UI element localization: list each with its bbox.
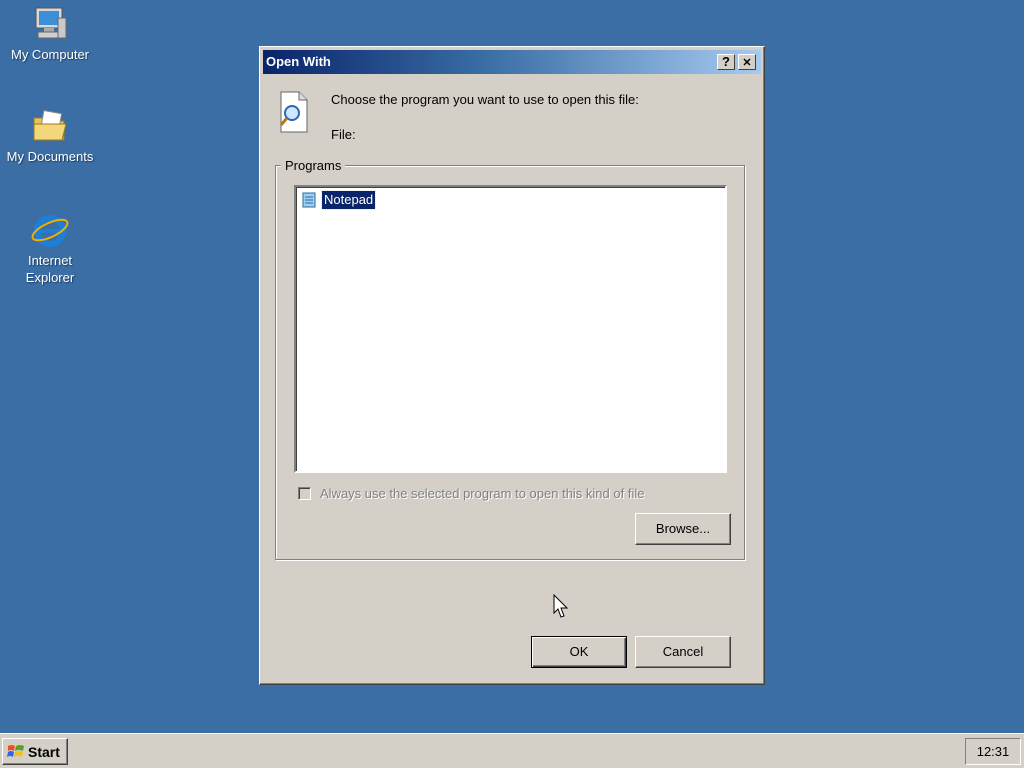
notepad-icon (302, 192, 316, 208)
windows-logo-icon (7, 744, 24, 757)
desktop-icon-my-documents[interactable]: My Documents (0, 106, 100, 165)
dialog-title: Open With (266, 54, 331, 69)
my-computer-icon (35, 7, 67, 39)
desktop-icon-label: My Documents (6, 149, 94, 164)
programs-group-label: Programs (281, 158, 346, 173)
prompt-text: Choose the program you want to use to op… (331, 92, 639, 107)
internet-explorer-icon (31, 215, 69, 247)
list-item-label: Notepad (320, 190, 377, 210)
mouse-cursor-icon (553, 594, 569, 618)
dialog-titlebar[interactable]: Open With ? ✕ (263, 50, 761, 74)
help-button[interactable]: ? (717, 54, 735, 70)
file-label: File: (331, 127, 356, 142)
start-label: Start (28, 743, 60, 760)
browse-button[interactable]: Browse... (635, 513, 731, 545)
desktop-icon-label: My Computer (10, 47, 90, 62)
ok-button[interactable]: OK (531, 636, 627, 668)
always-use-checkbox[interactable] (298, 487, 311, 500)
open-with-dialog: Open With ? ✕ Choose the program you wan… (259, 46, 765, 685)
programs-list[interactable]: Notepad (294, 185, 727, 473)
always-use-label: Always use the selected program to open … (320, 486, 645, 501)
start-button[interactable]: Start (2, 738, 68, 765)
taskbar: Start 12:31 (0, 733, 1024, 768)
cancel-button[interactable]: Cancel (635, 636, 731, 668)
close-icon: ✕ (742, 57, 752, 69)
file-icon (279, 91, 308, 133)
desktop-icon-internet-explorer[interactable]: Internet Explorer (0, 210, 100, 286)
desktop-icon-label: Internet Explorer (25, 253, 75, 285)
my-documents-icon (33, 110, 67, 141)
desktop-icon-my-computer[interactable]: My Computer (0, 4, 100, 63)
system-tray-clock[interactable]: 12:31 (965, 738, 1021, 765)
always-use-option[interactable]: Always use the selected program to open … (298, 486, 644, 501)
list-item-notepad[interactable]: Notepad (300, 190, 377, 210)
close-button[interactable]: ✕ (738, 54, 756, 70)
